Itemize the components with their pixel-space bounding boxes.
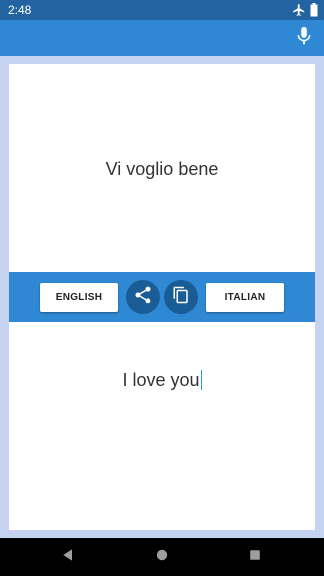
translation-text: I love you — [122, 370, 200, 390]
english-language-button[interactable]: ENGLISH — [40, 283, 118, 312]
home-button[interactable] — [152, 547, 172, 567]
source-text-panel[interactable]: Vi voglio bene — [9, 64, 315, 272]
share-button[interactable] — [126, 280, 160, 314]
back-icon — [60, 547, 76, 568]
home-icon — [154, 547, 170, 568]
back-button[interactable] — [58, 547, 78, 567]
text-cursor — [200, 370, 202, 390]
translation-text-line: I love you — [9, 369, 315, 391]
airplane-icon — [292, 3, 306, 17]
share-icon — [133, 285, 153, 310]
microphone-button[interactable] — [290, 24, 318, 52]
status-time: 2:48 — [8, 3, 32, 17]
app-bar — [0, 20, 324, 56]
navigation-bar — [0, 538, 324, 576]
translation-text-panel[interactable]: I love you — [9, 322, 315, 530]
recents-icon — [247, 547, 263, 568]
source-text: Vi voglio bene — [105, 159, 219, 179]
recents-button[interactable] — [245, 547, 265, 567]
microphone-icon — [293, 25, 315, 52]
copy-icon — [172, 286, 190, 309]
status-bar: 2:48 — [0, 0, 324, 20]
battery-icon — [310, 3, 318, 17]
italian-language-button[interactable]: ITALIAN — [206, 283, 284, 312]
copy-button[interactable] — [164, 280, 198, 314]
language-controls-bar: ENGLISH ITALIAN — [9, 272, 315, 322]
